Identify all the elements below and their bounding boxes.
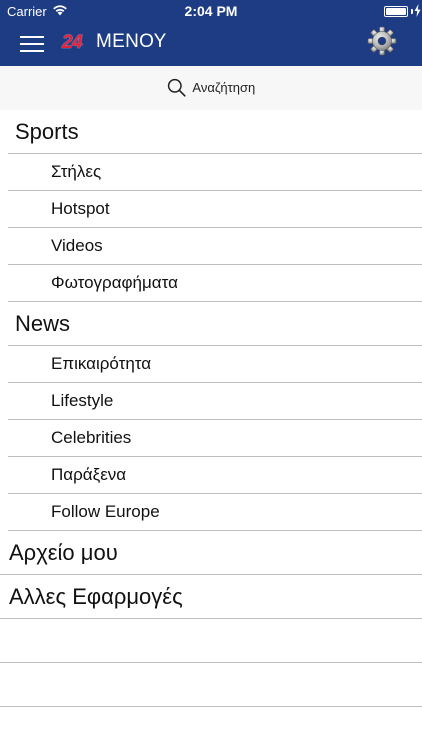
menu-item-archive[interactable]: Αρχείο μου <box>0 531 422 575</box>
menu-item-fotografimata[interactable]: Φωτογραφήματα <box>8 265 422 302</box>
menu-item-label: Videos <box>51 236 103 255</box>
menu-item-hotspot[interactable]: Hotspot <box>8 191 422 228</box>
menu-item-label: Αλλες Εφαρμογές <box>9 583 183 609</box>
search-bar[interactable]: Αναζήτηση <box>0 66 422 110</box>
menu-item-label: Follow Europe <box>51 502 160 521</box>
nav-bar: 24 ΜΕΝΟΥ <box>0 22 422 66</box>
menu-item-lifestyle[interactable]: Lifestyle <box>8 383 422 420</box>
search-field: Αναζήτηση <box>0 78 422 97</box>
menu-item-epikairotita[interactable]: Επικαιρότητα <box>8 346 422 383</box>
menu-item-label: Lifestyle <box>51 391 114 410</box>
empty-row <box>0 619 422 663</box>
empty-row <box>0 663 422 707</box>
menu-list: Sports Στήλες Hotspot Videos Φωτογραφήμα… <box>0 110 422 750</box>
section-label: Sports <box>15 118 79 144</box>
menu-item-label: Επικαιρότητα <box>51 354 152 373</box>
menu-item-celebrities[interactable]: Celebrities <box>8 420 422 457</box>
search-label: Αναζήτηση <box>192 80 256 95</box>
battery-tip <box>411 9 413 14</box>
section-label: News <box>15 310 71 336</box>
menu-item-label: Hotspot <box>51 199 110 218</box>
status-time: 2:04 PM <box>184 3 238 19</box>
menu-item-label: Celebrities <box>51 428 132 447</box>
search-icon <box>167 78 186 97</box>
menu-item-stiles[interactable]: Στήλες <box>8 154 422 191</box>
section-header-sports[interactable]: Sports <box>8 110 422 154</box>
menu-item-videos[interactable]: Videos <box>8 228 422 265</box>
logo-24: 24 <box>62 32 83 53</box>
menu-item-label: Αρχείο μου <box>9 539 118 565</box>
menu-item-label: Φωτογραφήματα <box>51 273 178 292</box>
section-header-news[interactable]: News <box>8 302 422 346</box>
battery-level-fill <box>386 8 406 15</box>
gear-icon[interactable] <box>367 26 397 56</box>
menu-screen: Carrier 2:04 PM 24 ΜΕΝΟΥ Αναζήτηση Sport… <box>0 0 422 750</box>
empty-row <box>0 707 422 750</box>
status-bar: Carrier 2:04 PM <box>0 0 422 22</box>
charging-bolt-icon <box>414 4 421 17</box>
menu-item-paraxena[interactable]: Παράξενα <box>8 457 422 494</box>
menu-item-label: Παράξενα <box>51 465 127 484</box>
hamburger-menu-icon[interactable] <box>20 35 44 53</box>
battery-icon <box>384 6 408 17</box>
page-title: ΜΕΝΟΥ <box>96 31 167 52</box>
menu-item-label: Στήλες <box>51 162 102 181</box>
menu-item-other-apps[interactable]: Αλλες Εφαρμογές <box>0 575 422 619</box>
menu-item-follow-europe[interactable]: Follow Europe <box>8 494 422 531</box>
